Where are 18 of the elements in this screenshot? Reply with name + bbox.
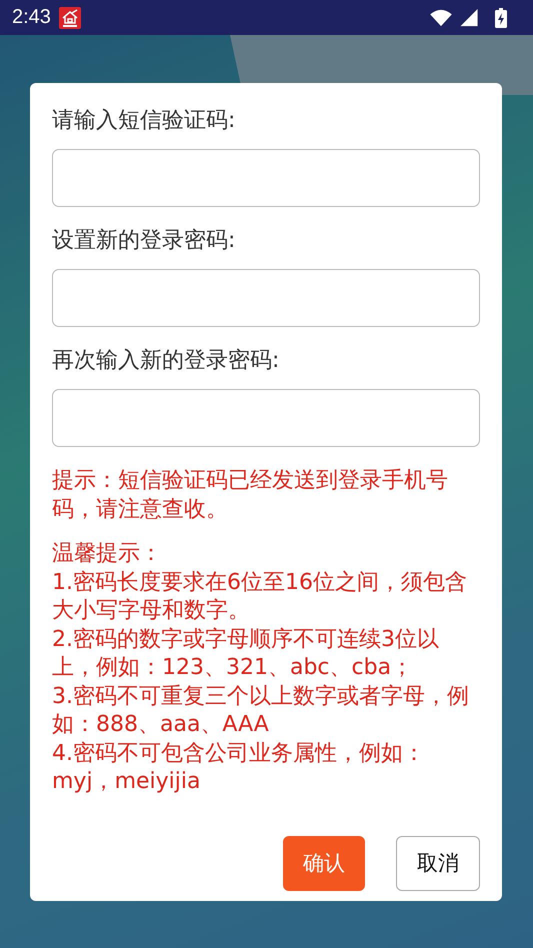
status-time: 2:43: [12, 6, 51, 29]
house-icon: [58, 6, 81, 28]
tip-text: 4.密码不可包含公司业务属性，例如：myj，meiyijia: [52, 740, 426, 796]
input-field[interactable]: [52, 269, 480, 327]
tip-text: 3.密码不可重复三个以上数字或者字母，例如：888、aaa、AAA: [52, 682, 470, 739]
tip-text: 1.密码长度要求在6位至16位之间，须包含大小写字母和数字。: [52, 568, 468, 625]
notice-text: 提示：短信验证码已经发送到登录手机号码，请注意查收。: [52, 467, 449, 524]
cancel-button[interactable]: 取消: [396, 836, 480, 890]
input-field[interactable]: [52, 149, 480, 207]
field-label: 请输入短信验证码:: [52, 107, 236, 135]
tip-text: 2.密码的数字或字母顺序不可连续3位以上，例如：123、321、abc、cba；: [52, 626, 440, 682]
tips-title: 温馨提示：: [52, 540, 163, 568]
input-field[interactable]: [52, 389, 480, 447]
wifi-icon: [430, 8, 452, 26]
field-label: 设置新的登录密码:: [52, 227, 236, 255]
signal-icon: [460, 8, 479, 26]
field-label: 再次输入新的登录密码:: [52, 347, 280, 375]
battery-charging-icon: [495, 8, 507, 28]
